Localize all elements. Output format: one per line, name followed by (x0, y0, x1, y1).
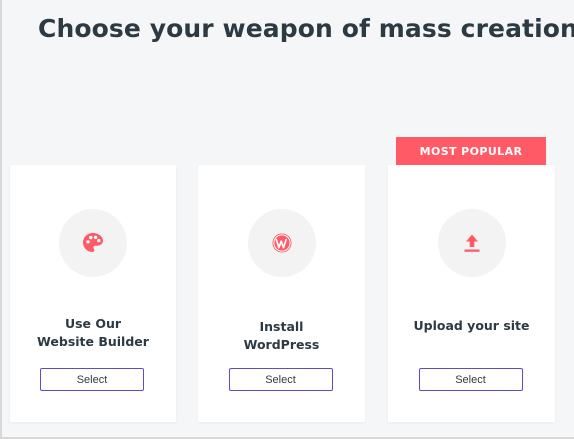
option-title-line-1: Install (259, 319, 304, 334)
option-card-upload-site: Upload your site Select (388, 165, 555, 422)
option-card-website-builder: Use Our Website Builder Select (10, 165, 176, 422)
icon-circle (247, 209, 316, 277)
palette-icon (83, 233, 103, 252)
option-title: Install WordPress (198, 318, 365, 354)
option-title-line-2: Website Builder (37, 334, 149, 349)
option-card-wordpress: Install WordPress Select (198, 165, 365, 422)
wordpress-icon (272, 233, 291, 253)
icon-circle (59, 209, 127, 277)
option-title-line-1: Use Our (64, 316, 122, 331)
option-title: Use Our Website Builder (10, 315, 176, 351)
select-upload-site-button[interactable]: Select (418, 368, 523, 391)
select-wordpress-button[interactable]: Select (228, 368, 333, 391)
page-title: Choose your weapon of mass creation (38, 14, 574, 43)
option-title-line-2: WordPress (243, 337, 320, 352)
upload-icon (464, 234, 479, 252)
option-title-line-1: Upload your site (413, 318, 530, 333)
option-title: Upload your site (388, 317, 555, 335)
most-popular-badge: MOST POPULAR (396, 137, 546, 165)
page-container: Choose your weapon of mass creation Use … (0, 0, 574, 439)
select-website-builder-button[interactable]: Select (40, 368, 144, 391)
icon-circle (437, 209, 506, 277)
